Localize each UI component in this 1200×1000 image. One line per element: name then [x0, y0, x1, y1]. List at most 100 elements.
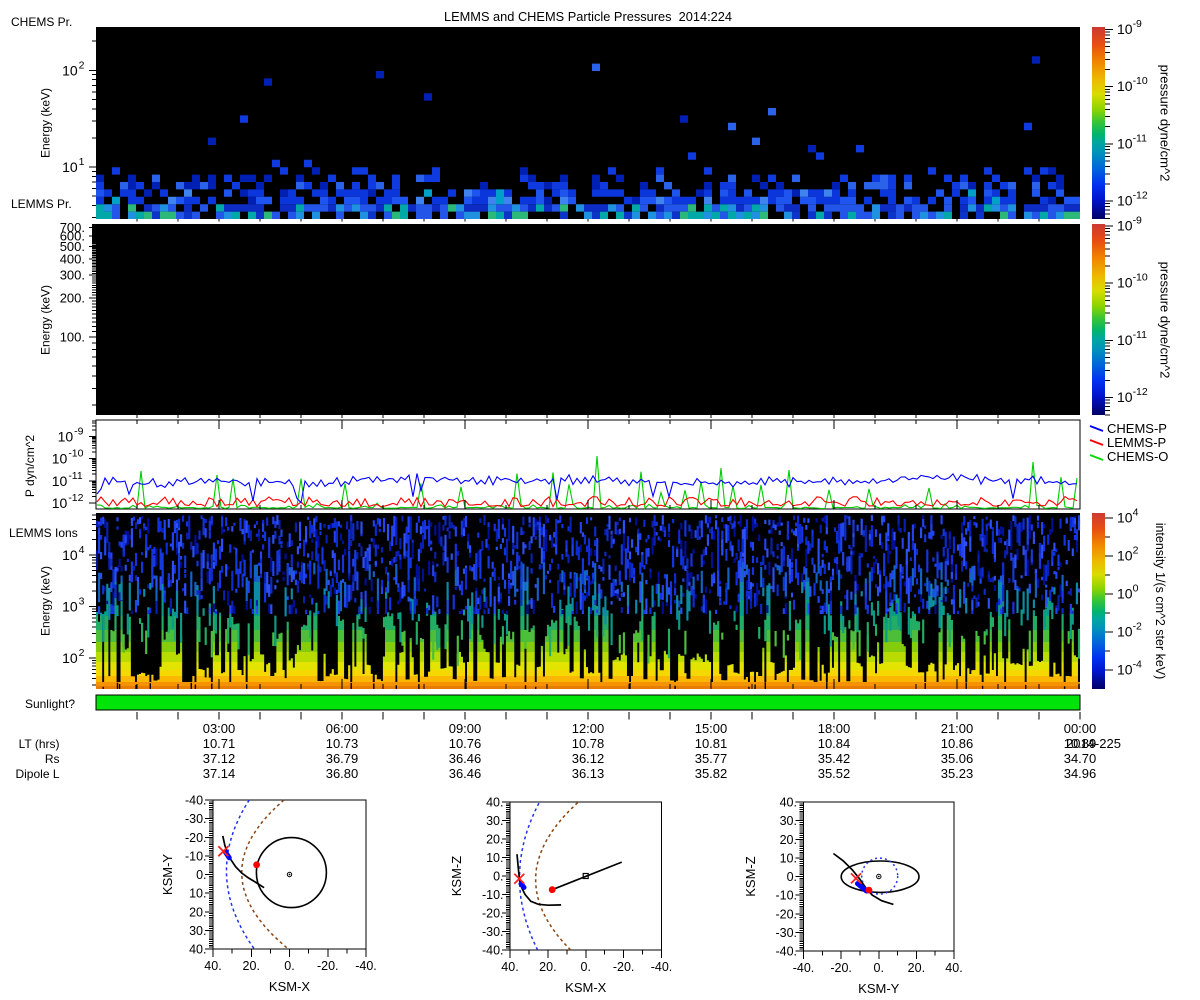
svg-text:pressure dyne/cm^2: pressure dyne/cm^2: [1158, 65, 1173, 182]
svg-text:10: 10: [62, 650, 78, 666]
svg-text:-11: -11: [68, 470, 83, 482]
svg-text:35.06: 35.06: [941, 751, 974, 766]
svg-text:03:00: 03:00: [203, 721, 236, 736]
svg-text:00:00: 00:00: [1064, 721, 1097, 736]
svg-text:36.79: 36.79: [326, 751, 359, 766]
svg-text:-12: -12: [1133, 190, 1148, 202]
svg-text:200.: 200.: [60, 290, 85, 305]
svg-text:10: 10: [1117, 218, 1133, 234]
svg-text:-2: -2: [1133, 621, 1142, 633]
svg-text:10: 10: [1117, 78, 1133, 94]
svg-text:KSM-X: KSM-X: [269, 979, 311, 994]
svg-text:06:00: 06:00: [326, 721, 359, 736]
svg-text:40.: 40.: [204, 959, 221, 973]
svg-text:-9: -9: [74, 426, 83, 438]
svg-text:100.: 100.: [60, 330, 85, 345]
svg-text:1: 1: [79, 156, 85, 168]
svg-text:LT (hrs): LT (hrs): [19, 737, 60, 751]
svg-text:0.: 0.: [581, 960, 591, 974]
svg-text:LEMMS Ions: LEMMS Ions: [9, 526, 78, 540]
svg-text:0.: 0.: [493, 870, 503, 884]
svg-text:-20.: -20.: [185, 831, 207, 845]
svg-text:2: 2: [79, 647, 85, 659]
svg-text:10: 10: [52, 451, 68, 467]
svg-text:-10: -10: [68, 448, 83, 460]
svg-text:20.: 20.: [243, 959, 260, 973]
svg-text:20.: 20.: [780, 833, 797, 847]
svg-text:Energy (keV): Energy (keV): [39, 566, 53, 636]
svg-text:40.: 40.: [780, 796, 797, 810]
svg-text:10.81: 10.81: [695, 736, 728, 751]
svg-text:34.70: 34.70: [1064, 751, 1097, 766]
svg-text:3: 3: [79, 596, 85, 608]
svg-text:LEMMS Pr.: LEMMS Pr.: [11, 197, 72, 211]
svg-text:700.: 700.: [60, 220, 85, 235]
svg-text:10: 10: [1117, 332, 1133, 348]
svg-text:36.13: 36.13: [572, 766, 605, 781]
svg-text:10: 10: [1117, 193, 1133, 209]
svg-text:37.12: 37.12: [203, 751, 236, 766]
svg-text:300.: 300.: [60, 268, 85, 283]
svg-text:10: 10: [1117, 510, 1133, 526]
svg-text:-11: -11: [1133, 329, 1148, 341]
svg-text:-40.: -40.: [793, 961, 815, 975]
svg-text:-4: -4: [1133, 659, 1142, 671]
svg-text:-40.: -40.: [651, 960, 673, 974]
svg-text:4: 4: [79, 544, 85, 556]
svg-text:0.: 0.: [874, 961, 884, 975]
svg-text:35.42: 35.42: [818, 751, 851, 766]
svg-text:10: 10: [62, 599, 78, 615]
svg-text:10: 10: [1117, 662, 1133, 678]
svg-text:36.80: 36.80: [326, 766, 359, 781]
svg-text:-12: -12: [1133, 386, 1148, 398]
svg-text:Dipole L: Dipole L: [15, 767, 59, 781]
svg-text:KSM-Z: KSM-Z: [743, 856, 758, 897]
svg-text:-10.: -10.: [775, 889, 797, 903]
svg-text:20.: 20.: [908, 961, 925, 975]
svg-text:-30.: -30.: [482, 925, 504, 939]
svg-text:10.86: 10.86: [941, 736, 974, 751]
svg-text:-30.: -30.: [185, 812, 207, 826]
svg-text:10: 10: [1117, 275, 1133, 291]
svg-text:2: 2: [1133, 545, 1139, 557]
svg-text:0.: 0.: [787, 870, 797, 884]
svg-text:pressure dyne/cm^2: pressure dyne/cm^2: [1158, 262, 1173, 379]
svg-text:35.52: 35.52: [818, 766, 851, 781]
svg-text:0: 0: [1133, 583, 1139, 595]
svg-text:18:00: 18:00: [818, 721, 851, 736]
svg-text:20.: 20.: [189, 905, 206, 919]
svg-text:10: 10: [52, 473, 68, 489]
svg-text:10: 10: [1117, 21, 1133, 37]
svg-text:-40.: -40.: [185, 794, 207, 808]
svg-text:10.: 10.: [486, 851, 503, 865]
svg-text:Energy (keV): Energy (keV): [39, 285, 53, 355]
svg-text:10.84: 10.84: [818, 736, 851, 751]
svg-text:35.77: 35.77: [695, 751, 728, 766]
svg-text:KSM-Z: KSM-Z: [449, 856, 464, 897]
svg-text:10.73: 10.73: [326, 736, 359, 751]
svg-text:10.76: 10.76: [449, 736, 482, 751]
svg-text:12:00: 12:00: [572, 721, 605, 736]
svg-text:-20.: -20.: [482, 907, 504, 921]
svg-text:10.71: 10.71: [203, 736, 236, 751]
svg-text:34.96: 34.96: [1064, 766, 1097, 781]
svg-text:20.: 20.: [486, 833, 503, 847]
svg-text:30.: 30.: [486, 814, 503, 828]
svg-text:P dyn/cm^2: P dyn/cm^2: [23, 435, 37, 497]
svg-text:10: 10: [1117, 586, 1133, 602]
svg-text:-40.: -40.: [482, 944, 504, 958]
svg-text:Sunlight?: Sunlight?: [25, 697, 75, 711]
svg-text:2: 2: [79, 59, 85, 71]
svg-text:KSM-Y: KSM-Y: [160, 854, 175, 896]
svg-text:36.46: 36.46: [449, 766, 482, 781]
svg-text:intensity 1/(s cm^2 ster keV): intensity 1/(s cm^2 ster keV): [1153, 523, 1167, 680]
svg-text:4: 4: [1133, 507, 1139, 519]
svg-text:10: 10: [62, 62, 78, 78]
svg-text:Rs: Rs: [45, 752, 60, 766]
svg-text:10: 10: [1117, 389, 1133, 405]
svg-text:-10: -10: [1133, 75, 1148, 87]
svg-text:10: 10: [58, 429, 74, 445]
svg-text:40.: 40.: [945, 961, 962, 975]
svg-text:-9: -9: [1133, 215, 1142, 227]
svg-text:10.: 10.: [780, 851, 797, 865]
